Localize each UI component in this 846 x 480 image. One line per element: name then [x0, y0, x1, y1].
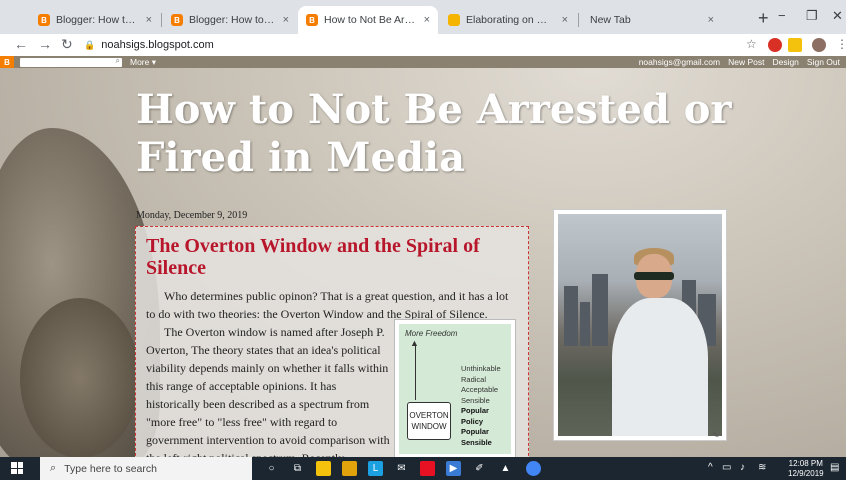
box-label: OVERTON: [409, 411, 449, 420]
scale-item: Radical: [461, 374, 487, 384]
tab-divider: [578, 13, 579, 27]
close-window-button[interactable]: ✕: [832, 8, 843, 24]
account-email[interactable]: noahsigs@gmail.com: [639, 57, 720, 67]
sign-out-link[interactable]: Sign Out: [807, 57, 840, 67]
tab-new-tab[interactable]: New Tab ×: [582, 6, 722, 34]
close-tab-icon[interactable]: ×: [424, 14, 430, 26]
blogger-account-links: noahsigs@gmail.com New Post Design Sign …: [639, 57, 840, 67]
tab-blogger-1[interactable]: B Blogger: How to Not Be Arrest ×: [30, 6, 160, 34]
slides-icon: [448, 14, 460, 26]
task-view-icon[interactable]: ⧉: [290, 461, 305, 476]
overton-window-diagram[interactable]: More Freedom ▲ OVERTON WINDOW Unthinkabl…: [394, 319, 516, 457]
overton-window-box: OVERTON WINDOW: [407, 402, 451, 440]
notifications-icon[interactable]: ▤: [830, 462, 839, 473]
mail-icon[interactable]: ✉: [394, 461, 409, 476]
windows-start-icon[interactable]: [11, 462, 23, 474]
clock-time: 12:08 PM: [788, 459, 823, 468]
store-icon[interactable]: [342, 461, 357, 476]
blogger-logo-icon[interactable]: B: [0, 56, 14, 68]
browser-tabstrip: B Blogger: How to Not Be Arrest × B Blog…: [0, 0, 846, 34]
design-link[interactable]: Design: [772, 57, 798, 67]
statue-background-image: [20, 298, 140, 457]
person-shirt: [612, 298, 708, 436]
new-post-link[interactable]: New Post: [728, 57, 764, 67]
search-placeholder: Type here to search: [64, 462, 157, 475]
more-menu[interactable]: More ▾: [130, 57, 156, 68]
minimize-button[interactable]: −: [778, 8, 786, 23]
profile-avatar[interactable]: [812, 38, 826, 52]
blogger-icon: B: [306, 14, 318, 26]
close-tab-icon[interactable]: ×: [283, 14, 289, 26]
post-paragraph: The Overton window is named after Joseph…: [146, 325, 390, 457]
paint-icon[interactable]: ✐: [472, 461, 487, 476]
tab-title: Elaborating on my Favorite Bl: [466, 14, 556, 26]
tab-divider: [161, 13, 162, 27]
tab-title: Blogger: How to Not Be Arrest: [189, 14, 277, 26]
back-arrow-icon[interactable]: ←: [14, 36, 28, 52]
cortana-icon[interactable]: ○: [264, 461, 279, 476]
edit-pencil-icon[interactable]: ✎: [712, 430, 720, 441]
taskbar-clock[interactable]: 12:08 PM 12/9/2019: [788, 459, 824, 479]
chrome-icon[interactable]: [526, 461, 541, 476]
blog-search-input[interactable]: ⌕: [20, 56, 122, 67]
close-tab-icon[interactable]: ×: [708, 14, 714, 26]
box-label: WINDOW: [411, 422, 447, 431]
file-explorer-icon[interactable]: [316, 461, 331, 476]
scale-item: Acceptable: [461, 385, 499, 394]
blog-page: How to Not Be Arrested or Fired in Media…: [0, 68, 846, 457]
reload-icon[interactable]: ↻: [61, 36, 73, 53]
post-date: Monday, December 9, 2019: [136, 210, 248, 221]
scale-item: Sensible: [461, 437, 492, 447]
tab-blogger-2[interactable]: B Blogger: How to Not Be Arrest ×: [163, 6, 297, 34]
sunglasses: [634, 272, 674, 280]
new-tab-button[interactable]: +: [758, 8, 769, 29]
folder-extension-icon[interactable]: [788, 38, 802, 52]
opinion-scale-list: Unthinkable Radical Acceptable Sensible …: [461, 364, 501, 448]
media-icon[interactable]: ▶: [446, 461, 461, 476]
diagram-arrow: [415, 344, 416, 400]
app-red-icon[interactable]: [420, 461, 435, 476]
url-text: noahsigs.blogspot.com: [101, 39, 214, 51]
scale-item: Popular: [461, 406, 489, 415]
tab-active-post[interactable]: B How to Not Be Arrested or Fire ×: [298, 6, 438, 34]
search-icon[interactable]: ⌕: [116, 56, 120, 66]
volume-icon[interactable]: ♪: [740, 462, 745, 473]
scale-item: Policy: [461, 416, 484, 426]
blogger-icon: B: [171, 14, 183, 26]
wifi-icon[interactable]: ≋: [758, 462, 766, 473]
windows-taskbar: ⌕ Type here to search ○ ⧉ L ✉ ▶ ✐ ▲ ^ ▭ …: [0, 457, 846, 480]
browser-toolbar: ← → ↻ 🔒 noahsigs.blogspot.com ☆ ⋮: [0, 34, 846, 56]
scale-item: Popular: [461, 427, 489, 436]
close-tab-icon[interactable]: ×: [562, 14, 568, 26]
scale-item: Unthinkable: [461, 364, 501, 373]
profile-photo[interactable]: [553, 209, 727, 441]
taskbar-search-box[interactable]: ⌕ Type here to search: [40, 457, 252, 480]
tab-title: Blogger: How to Not Be Arrest: [56, 14, 140, 26]
clock-date: 12/9/2019: [788, 469, 824, 478]
menu-kebab-icon[interactable]: ⋮: [836, 37, 846, 51]
blog-title[interactable]: How to Not Be Arrested or Fired in Media: [136, 86, 776, 182]
restore-button[interactable]: ❐: [806, 8, 818, 24]
tab-title: How to Not Be Arrested or Fire: [324, 14, 418, 26]
blogger-icon: B: [38, 14, 50, 26]
bookmark-star-icon[interactable]: ☆: [746, 37, 757, 51]
tray-expand-icon[interactable]: ^: [708, 462, 713, 473]
address-bar[interactable]: 🔒 noahsigs.blogspot.com: [84, 35, 724, 55]
diagram-top-label: More Freedom: [405, 329, 458, 338]
photos-icon[interactable]: ▲: [498, 461, 513, 476]
post-title[interactable]: The Overton Window and the Spiral of Sil…: [146, 235, 518, 279]
search-icon: ⌕: [50, 462, 57, 474]
close-tab-icon[interactable]: ×: [146, 14, 152, 26]
extension-icon[interactable]: [768, 38, 782, 52]
app-l-icon[interactable]: L: [368, 461, 383, 476]
scale-item: Sensible: [461, 395, 490, 405]
tab-slides[interactable]: Elaborating on my Favorite Bl ×: [440, 6, 576, 34]
post-paragraph: Who determines public opinon? That is a …: [146, 289, 509, 321]
forward-arrow-icon[interactable]: →: [38, 36, 52, 52]
blogger-navbar: B ⌕ More ▾ noahsigs@gmail.com New Post D…: [0, 56, 846, 68]
lock-icon: 🔒: [84, 39, 96, 50]
battery-icon[interactable]: ▭: [722, 462, 731, 473]
tab-title: New Tab: [590, 14, 631, 26]
